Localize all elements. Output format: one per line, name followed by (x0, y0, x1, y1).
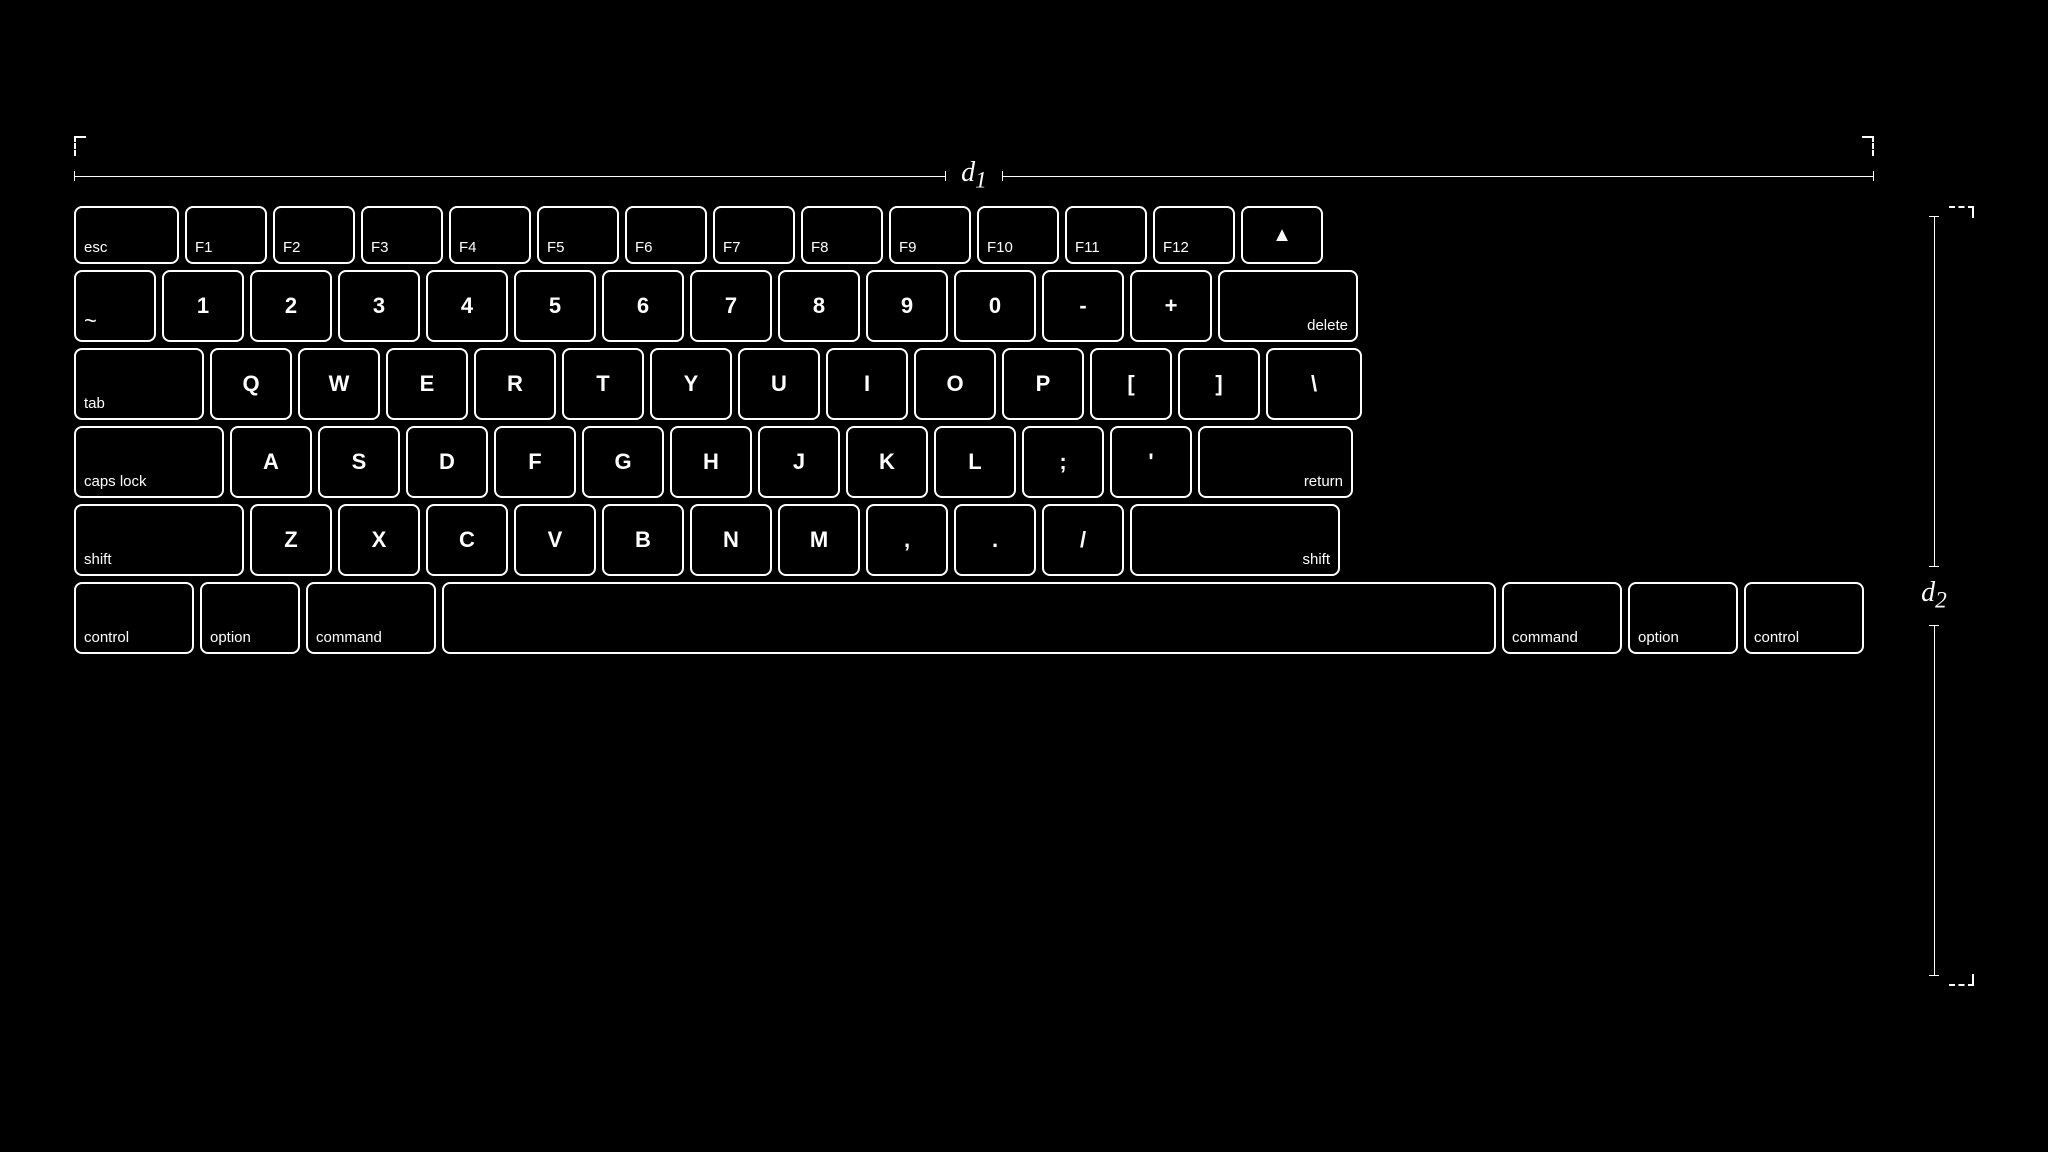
key-command-right[interactable]: command (1502, 582, 1622, 654)
fn-row: esc F1 F2 F3 F4 F5 F6 F7 F8 F9 F10 F11 F… (74, 206, 1864, 264)
key-control-right[interactable]: control (1744, 582, 1864, 654)
d1-line-right (1002, 176, 1874, 177)
key-w[interactable]: W (298, 348, 380, 420)
key-4[interactable]: 4 (426, 270, 508, 342)
key-f8[interactable]: F8 (801, 206, 883, 264)
d2-line-bottom (1934, 625, 1935, 976)
key-1[interactable]: 1 (162, 270, 244, 342)
key-shift-right[interactable]: shift (1130, 504, 1340, 576)
key-rbracket[interactable]: ] (1178, 348, 1260, 420)
key-control-left[interactable]: control (74, 582, 194, 654)
key-semicolon[interactable]: ; (1022, 426, 1104, 498)
d1-right-dashed-corner (1862, 136, 1874, 156)
key-backslash[interactable]: \ (1266, 348, 1362, 420)
key-c[interactable]: C (426, 504, 508, 576)
key-minus[interactable]: - (1042, 270, 1124, 342)
key-x[interactable]: X (338, 504, 420, 576)
key-8[interactable]: 8 (778, 270, 860, 342)
key-p[interactable]: P (1002, 348, 1084, 420)
key-3[interactable]: 3 (338, 270, 420, 342)
key-f[interactable]: F (494, 426, 576, 498)
key-f11[interactable]: F11 (1065, 206, 1147, 264)
key-i[interactable]: I (826, 348, 908, 420)
key-comma[interactable]: , (866, 504, 948, 576)
key-f7[interactable]: F7 (713, 206, 795, 264)
key-f1[interactable]: F1 (185, 206, 267, 264)
key-tab[interactable]: tab (74, 348, 204, 420)
d1-left-dashed-corner (74, 136, 86, 156)
key-f3[interactable]: F3 (361, 206, 443, 264)
key-f12[interactable]: F12 (1153, 206, 1235, 264)
key-lbracket[interactable]: [ (1090, 348, 1172, 420)
key-period[interactable]: . (954, 504, 1036, 576)
bottom-row: control option command command option co… (74, 582, 1864, 654)
d2-label: d2 (1921, 567, 1947, 625)
key-6[interactable]: 6 (602, 270, 684, 342)
key-f6[interactable]: F6 (625, 206, 707, 264)
key-delete[interactable]: delete (1218, 270, 1358, 342)
key-option-left[interactable]: option (200, 582, 300, 654)
d1-dimension: d1 (74, 156, 1874, 196)
d2-dimension: d2 (1894, 216, 1974, 976)
d2-line-top (1934, 216, 1935, 567)
d1-line-left (74, 176, 946, 177)
key-esc[interactable]: esc (74, 206, 179, 264)
key-b[interactable]: B (602, 504, 684, 576)
d1-label: d1 (946, 157, 1002, 195)
key-quote[interactable]: ' (1110, 426, 1192, 498)
key-option-right[interactable]: option (1628, 582, 1738, 654)
key-space[interactable] (442, 582, 1496, 654)
key-n[interactable]: N (690, 504, 772, 576)
qwerty-row: tab Q W E R T Y U I O P [ ] \ (74, 348, 1864, 420)
key-return[interactable]: return (1198, 426, 1353, 498)
key-z[interactable]: Z (250, 504, 332, 576)
shift-row: shift Z X C V B N M , . / shift (74, 504, 1864, 576)
key-v[interactable]: V (514, 504, 596, 576)
key-f10[interactable]: F10 (977, 206, 1059, 264)
key-shift-left[interactable]: shift (74, 504, 244, 576)
key-capslock[interactable]: caps lock (74, 426, 224, 498)
key-u[interactable]: U (738, 348, 820, 420)
key-9[interactable]: 9 (866, 270, 948, 342)
key-o[interactable]: O (914, 348, 996, 420)
key-plus[interactable]: + (1130, 270, 1212, 342)
key-f4[interactable]: F4 (449, 206, 531, 264)
key-tilde[interactable]: ~ (74, 270, 156, 342)
key-f9[interactable]: F9 (889, 206, 971, 264)
key-g[interactable]: G (582, 426, 664, 498)
key-h[interactable]: H (670, 426, 752, 498)
key-q[interactable]: Q (210, 348, 292, 420)
key-eject[interactable]: ▲ (1241, 206, 1323, 264)
key-j[interactable]: J (758, 426, 840, 498)
key-a[interactable]: A (230, 426, 312, 498)
key-m[interactable]: M (778, 504, 860, 576)
key-l[interactable]: L (934, 426, 1016, 498)
key-f5[interactable]: F5 (537, 206, 619, 264)
number-row: ~ 1 2 3 4 5 6 7 8 9 0 - + delete (74, 270, 1864, 342)
key-e[interactable]: E (386, 348, 468, 420)
key-k[interactable]: K (846, 426, 928, 498)
key-r[interactable]: R (474, 348, 556, 420)
key-2[interactable]: 2 (250, 270, 332, 342)
key-0[interactable]: 0 (954, 270, 1036, 342)
home-row: caps lock A S D F G H J K L ; ' return (74, 426, 1864, 498)
main-container: d1 d2 esc F1 F2 F3 F4 F5 F6 F7 F8 F9 F10… (74, 126, 1974, 1026)
key-t[interactable]: T (562, 348, 644, 420)
key-d[interactable]: D (406, 426, 488, 498)
key-s[interactable]: S (318, 426, 400, 498)
key-f2[interactable]: F2 (273, 206, 355, 264)
key-5[interactable]: 5 (514, 270, 596, 342)
key-command-left[interactable]: command (306, 582, 436, 654)
key-7[interactable]: 7 (690, 270, 772, 342)
key-y[interactable]: Y (650, 348, 732, 420)
keyboard: esc F1 F2 F3 F4 F5 F6 F7 F8 F9 F10 F11 F… (74, 206, 1864, 654)
key-slash[interactable]: / (1042, 504, 1124, 576)
